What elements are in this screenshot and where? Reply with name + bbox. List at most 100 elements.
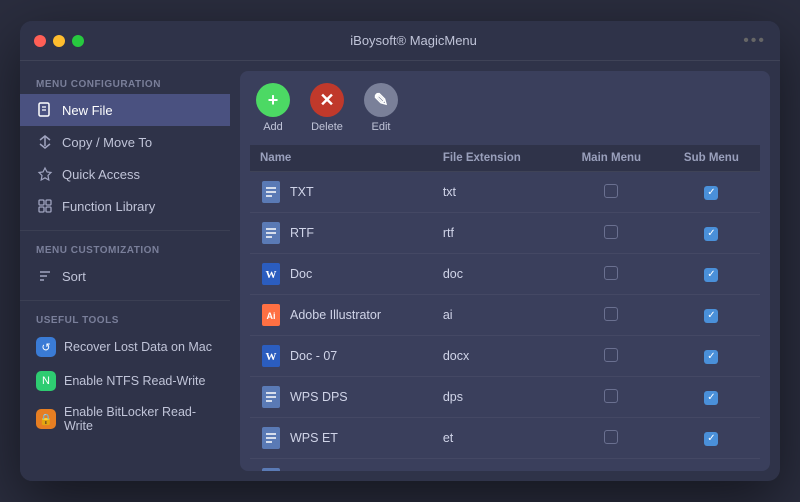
recover-label: Recover Lost Data on Mac (64, 340, 212, 354)
sidebar-item-function-library[interactable]: Function Library (20, 190, 230, 222)
cell-main-menu (560, 172, 663, 213)
tool-ntfs[interactable]: N Enable NTFS Read-Write (20, 364, 230, 398)
add-button[interactable]: + Add (256, 83, 290, 133)
cell-ext: et (433, 418, 560, 459)
menu-custom-label: Menu Customization (20, 239, 230, 260)
content-area: + Add ✕ Delete ✎ Edit Name (240, 71, 770, 471)
useful-tools-label: Useful Tools (20, 309, 230, 330)
cell-main-menu (560, 459, 663, 472)
edit-label: Edit (372, 121, 391, 133)
cell-name: W Doc (250, 254, 433, 295)
recover-icon: ↺ (36, 337, 56, 357)
cell-ext: rtf (433, 213, 560, 254)
file-name: WPS DPS (290, 390, 348, 404)
sub-menu-checkbox-checked[interactable]: ✓ (704, 186, 718, 200)
delete-button[interactable]: ✕ Delete (310, 83, 344, 133)
sort-label: Sort (62, 269, 86, 284)
file-icon-doc (260, 425, 282, 451)
file-name: TXT (290, 185, 314, 199)
tool-recover[interactable]: ↺ Recover Lost Data on Mac (20, 330, 230, 364)
col-sub-menu: Sub Menu (663, 145, 760, 172)
cell-ext: txt (433, 172, 560, 213)
table-row[interactable]: WPS DPS dps ✓ (250, 377, 760, 418)
bitlocker-label: Enable BitLocker Read-Write (64, 405, 214, 433)
cell-sub-menu: ✓ (663, 172, 760, 213)
main-menu-checkbox[interactable] (604, 471, 618, 472)
file-name: Doc (290, 267, 312, 281)
table-row[interactable]: Ai Adobe Illustrator ai ✓ (250, 295, 760, 336)
main-menu-checkbox[interactable] (604, 348, 618, 362)
file-icon-doc (260, 384, 282, 410)
sub-menu-checkbox-checked[interactable]: ✓ (704, 227, 718, 241)
sidebar-item-sort[interactable]: Sort (20, 260, 230, 292)
ntfs-icon: N (36, 371, 56, 391)
file-icon-word: W (260, 343, 282, 369)
table-row[interactable]: Keynote key ✓ (250, 459, 760, 472)
main-menu-checkbox[interactable] (604, 430, 618, 444)
new-file-icon (36, 101, 54, 119)
cell-name: RTF (250, 213, 433, 254)
menu-config-label: Menu Configuration (20, 73, 230, 94)
file-icon-word: W (260, 261, 282, 287)
file-icon-ai: Ai (260, 302, 282, 328)
cell-ext: key (433, 459, 560, 472)
app-title: iBoysoft® MagicMenu (84, 33, 743, 48)
sub-menu-checkbox-checked[interactable]: ✓ (704, 432, 718, 446)
main-menu-checkbox[interactable] (604, 389, 618, 403)
titlebar: iBoysoft® MagicMenu ••• (20, 21, 780, 61)
more-options-icon[interactable]: ••• (743, 32, 766, 50)
app-window: iBoysoft® MagicMenu ••• Menu Configurati… (20, 21, 780, 481)
edit-button[interactable]: ✎ Edit (364, 83, 398, 133)
sub-menu-checkbox-checked[interactable]: ✓ (704, 391, 718, 405)
cell-main-menu (560, 336, 663, 377)
sidebar-item-quick-access[interactable]: Quick Access (20, 158, 230, 190)
svg-text:W: W (266, 269, 277, 281)
col-main-menu: Main Menu (560, 145, 663, 172)
function-library-label: Function Library (62, 199, 155, 214)
table-row[interactable]: W Doc doc ✓ (250, 254, 760, 295)
cell-ext: ai (433, 295, 560, 336)
bitlocker-icon: 🔒 (36, 409, 56, 429)
sub-menu-checkbox-checked[interactable]: ✓ (704, 268, 718, 282)
col-ext: File Extension (433, 145, 560, 172)
sidebar-item-copy-move[interactable]: Copy / Move To (20, 126, 230, 158)
edit-icon: ✎ (364, 83, 398, 117)
delete-icon: ✕ (310, 83, 344, 117)
delete-label: Delete (311, 121, 343, 133)
divider-1 (20, 230, 230, 231)
file-name: WPS ET (290, 431, 338, 445)
cell-ext: doc (433, 254, 560, 295)
svg-text:W: W (266, 351, 277, 363)
table-row[interactable]: TXT txt ✓ (250, 172, 760, 213)
cell-sub-menu: ✓ (663, 213, 760, 254)
table-row[interactable]: RTF rtf ✓ (250, 213, 760, 254)
cell-sub-menu: ✓ (663, 336, 760, 377)
svg-text:Ai: Ai (267, 311, 276, 321)
cell-sub-menu: ✓ (663, 295, 760, 336)
main-menu-checkbox[interactable] (604, 225, 618, 239)
cell-name: WPS ET (250, 418, 433, 459)
sub-menu-checkbox-checked[interactable]: ✓ (704, 350, 718, 364)
cell-ext: docx (433, 336, 560, 377)
cell-sub-menu: ✓ (663, 459, 760, 472)
tool-bitlocker[interactable]: 🔒 Enable BitLocker Read-Write (20, 398, 230, 440)
cell-main-menu (560, 377, 663, 418)
table-row[interactable]: WPS ET et ✓ (250, 418, 760, 459)
file-name: Adobe Illustrator (290, 308, 381, 322)
quick-access-label: Quick Access (62, 167, 140, 182)
file-name: Doc - 07 (290, 349, 337, 363)
minimize-button[interactable] (53, 35, 65, 47)
main-menu-checkbox[interactable] (604, 184, 618, 198)
sidebar-item-new-file[interactable]: New File (20, 94, 230, 126)
table-row[interactable]: W Doc - 07 docx ✓ (250, 336, 760, 377)
close-button[interactable] (34, 35, 46, 47)
copy-move-label: Copy / Move To (62, 135, 152, 150)
file-icon-doc (260, 466, 282, 471)
divider-2 (20, 300, 230, 301)
main-menu-checkbox[interactable] (604, 266, 618, 280)
file-icon-doc (260, 220, 282, 246)
maximize-button[interactable] (72, 35, 84, 47)
quick-access-icon (36, 165, 54, 183)
main-menu-checkbox[interactable] (604, 307, 618, 321)
sub-menu-checkbox-checked[interactable]: ✓ (704, 309, 718, 323)
